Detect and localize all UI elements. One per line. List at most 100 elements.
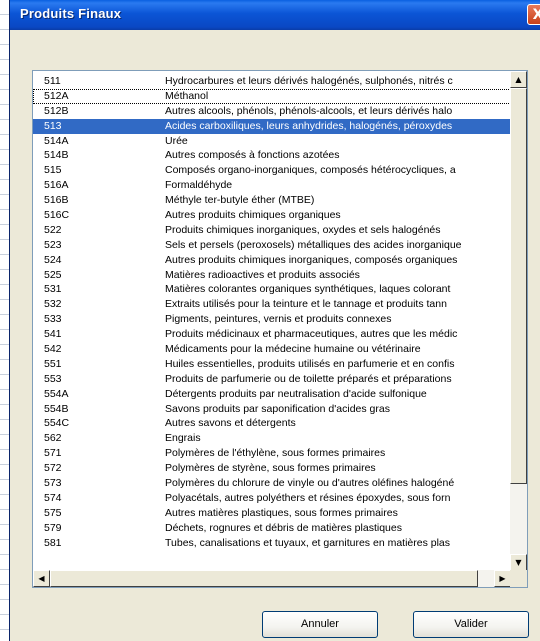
close-button[interactable]: X [527,4,540,25]
item-description: Produits de parfumerie ou de toilette pr… [165,372,452,385]
list-item[interactable]: 524 Autres produits chimiques inorganique… [33,253,511,268]
item-code: 574 [44,491,62,504]
close-icon: X [532,7,540,23]
item-description: Autres alcools, phénols, phénols-alcools… [165,104,453,117]
list-item[interactable]: 541 Produits médicinaux et pharmaceutique… [33,327,511,342]
item-description: Autres produits chimiques organiques [165,209,341,222]
vertical-scroll-thumb[interactable] [510,88,527,484]
cancel-button[interactable]: Annuler [262,611,378,638]
list-item[interactable]: 513 Acides carboxiliques, leurs anhydride… [33,118,511,134]
item-description: Méthanol [165,89,209,102]
item-code: 551 [44,357,62,370]
scroll-left-button[interactable]: ◀ [33,570,50,587]
list-item[interactable]: 516A Formaldéhyde [33,178,511,193]
item-description: Extraits utilisés pour la teinture et le… [165,298,447,311]
list-item[interactable]: 574 Polyacétals, autres polyéthers et rés… [33,491,511,506]
title-bar[interactable]: Produits Finaux X [10,0,540,30]
item-code: 524 [44,253,62,266]
list-item[interactable]: 523 Sels et persels (peroxosels) métalliq… [33,238,511,253]
item-code: 525 [44,268,62,281]
item-description: Pigments, peintures, vernis et produits … [165,313,392,326]
list-item[interactable]: 532 Extraits utilisés pour la teinture et… [33,297,511,312]
item-description: Hydrocarbures et leurs dérivés halogénés… [165,75,453,87]
item-description: Déchets, rognures et débris de matières … [165,521,402,534]
list-item[interactable]: 553 Produits de parfumerie ou de toilette… [33,372,511,387]
item-code: 571 [44,447,62,460]
list-item[interactable]: 516B Méthyle ter-butyle éther (MTBE) [33,193,511,208]
item-description: Huiles essentielles, produits utilisés e… [165,357,455,370]
list-item[interactable]: 525 Matières radioactives et produits ass… [33,268,511,283]
item-description: Produits chimiques inorganiques, oxydes … [165,223,441,236]
scroll-down-button[interactable]: ▼ [510,554,527,571]
item-description: Sels et persels (peroxosels) métalliques… [165,238,462,251]
item-description: Matières radioactives et produits associ… [165,268,360,281]
ok-button[interactable]: Valider [413,611,529,638]
item-description: Méthyle ter-butyle éther (MTBE) [165,194,315,207]
dialog-title: Produits Finaux [20,6,122,21]
item-code: 562 [44,432,62,445]
list-item[interactable]: 511 Hydrocarbures et leurs dérivés halogé… [33,74,511,89]
list-item[interactable]: 533 Pigments, peintures, vernis et produi… [33,312,511,327]
list-item[interactable]: 514B Autres composés à fonctions azotées [33,148,511,163]
item-description: Autres savons et détergents [165,417,296,430]
horizontal-scrollbar[interactable]: ◀ ▶ [33,570,511,587]
dialog-client: 511 Hydrocarbures et leurs dérivés halogé… [10,30,540,641]
list-item[interactable]: 514A Urée [33,134,511,149]
item-description: Produits médicinaux et pharmaceutiques, … [165,328,458,341]
list-item[interactable]: 512A Méthanol [33,88,511,104]
list-item[interactable]: 575 Autres matières plastiques, sous form… [33,506,511,521]
list-item[interactable]: 554B Savons produits par saponification d… [33,402,511,417]
item-code: 533 [44,313,62,326]
item-code: 541 [44,328,62,341]
vertical-scrollbar[interactable]: ▲ ▼ [510,71,527,571]
list-item[interactable]: 562 Engrais [33,431,511,446]
list-item[interactable]: 531 Matières colorantes organiques synthé… [33,282,511,297]
list-item[interactable]: 554A Détergents produits par neutralisati… [33,387,511,402]
item-code: 514B [44,149,69,162]
item-code: 523 [44,238,62,251]
list-item[interactable]: 515 Composés organo-inorganiques, composé… [33,163,511,178]
scroll-right-button[interactable]: ▶ [494,570,511,587]
item-description: Autres composés à fonctions azotées [165,149,340,162]
item-code: 553 [44,372,62,385]
list-item[interactable]: 573 Polymères du chlorure de vinyle ou d'… [33,476,511,491]
item-code: 512A [44,89,69,102]
list-item[interactable]: 571 Polymères de l'éthylène, sous formes … [33,446,511,461]
item-code: 532 [44,298,62,311]
list-rows: 511 Hydrocarbures et leurs dérivés halogé… [33,74,511,551]
list-item[interactable]: 572 Polymères de styrène, sous formes pri… [33,461,511,476]
list-item[interactable]: 522 Produits chimiques inorganiques, oxyd… [33,223,511,238]
arrow-up-icon: ▲ [515,75,522,84]
list-item[interactable]: 551 Huiles essentielles, produits utilisé… [33,357,511,372]
item-description: Autres matières plastiques, sous formes … [165,506,398,519]
horizontal-scroll-thumb[interactable] [50,570,478,587]
product-listbox[interactable]: 511 Hydrocarbures et leurs dérivés halogé… [32,70,528,588]
item-description: Détergents produits par neutralisation d… [165,387,427,400]
item-description: Médicaments pour la médecine humaine ou … [165,343,421,356]
item-description: Savons produits par saponification d'aci… [165,402,390,415]
item-description: Polymères de l'éthylène, sous formes pri… [165,447,386,460]
item-description: Composés organo-inorganiques, composés h… [165,164,456,177]
item-code: 522 [44,223,62,236]
arrow-down-icon: ▼ [515,558,522,567]
item-code: 572 [44,462,62,475]
item-code: 516B [44,194,69,207]
item-description: Acides carboxiliques, leurs anhydrides, … [165,119,453,132]
list-item[interactable]: 512B Autres alcools, phénols, phénols-alc… [33,104,511,119]
item-description: Polyacétals, autres polyéthers et résine… [165,491,451,504]
item-description: Urée [165,134,188,147]
item-code: 579 [44,521,62,534]
list-item[interactable]: 581 Tubes, canalisations et tuyaux, et ga… [33,536,511,551]
item-code: 515 [44,164,62,177]
item-code: 554A [44,387,69,400]
item-code: 516A [44,179,69,192]
list-item[interactable]: 542 Médicaments pour la médecine humaine … [33,342,511,357]
item-description: Autres produits chimiques inorganiques, … [165,253,458,266]
list-item[interactable]: 579 Déchets, rognures et débris de matièr… [33,521,511,536]
scroll-up-button[interactable]: ▲ [510,71,527,88]
item-code: 575 [44,506,62,519]
item-code: 554C [44,417,70,430]
item-code: 514A [44,134,69,147]
list-item[interactable]: 554C Autres savons et détergents [33,416,511,431]
list-item[interactable]: 516C Autres produits chimiques organiques [33,208,511,223]
